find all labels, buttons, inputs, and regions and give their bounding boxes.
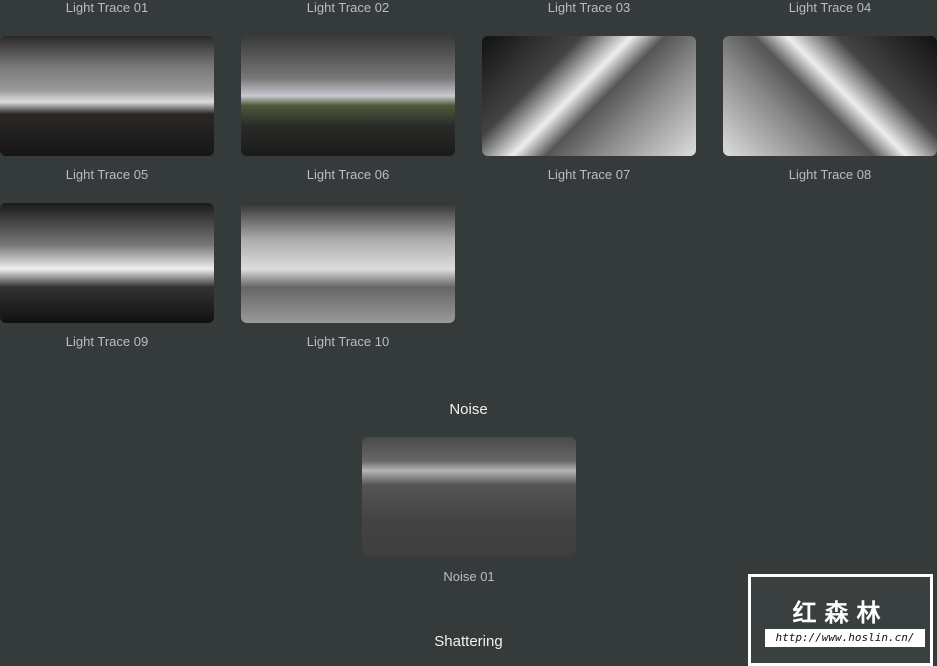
effect-thumbnail[interactable] [0, 203, 214, 323]
effect-label: Light Trace 09 [65, 334, 149, 349]
effect-label: Light Trace 03 [547, 0, 631, 15]
effect-label: Light Trace 07 [547, 167, 631, 182]
effect-item-light-trace-05[interactable]: Light Trace 05 [0, 36, 214, 182]
effect-thumbnail[interactable] [0, 36, 214, 156]
effect-item-light-trace-08[interactable]: Light Trace 08 [723, 36, 937, 182]
section-heading-noise: Noise [449, 401, 488, 418]
effect-thumbnail[interactable] [723, 36, 937, 156]
effect-item-light-trace-10[interactable]: Light Trace 10 [241, 203, 455, 349]
effect-label: Light Trace 08 [788, 167, 872, 182]
effect-thumbnail[interactable] [362, 437, 576, 557]
effect-thumbnail[interactable] [241, 36, 455, 156]
effect-label: Light Trace 05 [65, 167, 149, 182]
effect-item-light-trace-09[interactable]: Light Trace 09 [0, 203, 214, 349]
effect-label: Light Trace 04 [788, 0, 872, 15]
effect-label: Light Trace 02 [306, 0, 390, 15]
effect-label: Light Trace 06 [306, 167, 390, 182]
watermark: 红森林 http://www.hoslin.cn/ [748, 574, 933, 666]
effect-item-light-trace-07[interactable]: Light Trace 07 [482, 36, 696, 182]
effect-label: Light Trace 01 [65, 0, 149, 15]
effect-label: Light Trace 10 [306, 334, 390, 349]
effect-label: Noise 01 [443, 569, 495, 584]
effect-item-noise-01[interactable]: Noise 01 [362, 437, 576, 584]
effect-thumbnail[interactable] [482, 36, 696, 156]
effect-thumbnail[interactable] [241, 203, 455, 323]
watermark-url: http://www.hoslin.cn/ [765, 629, 925, 647]
effect-item-light-trace-06[interactable]: Light Trace 06 [241, 36, 455, 182]
watermark-title: 红森林 [792, 600, 889, 627]
